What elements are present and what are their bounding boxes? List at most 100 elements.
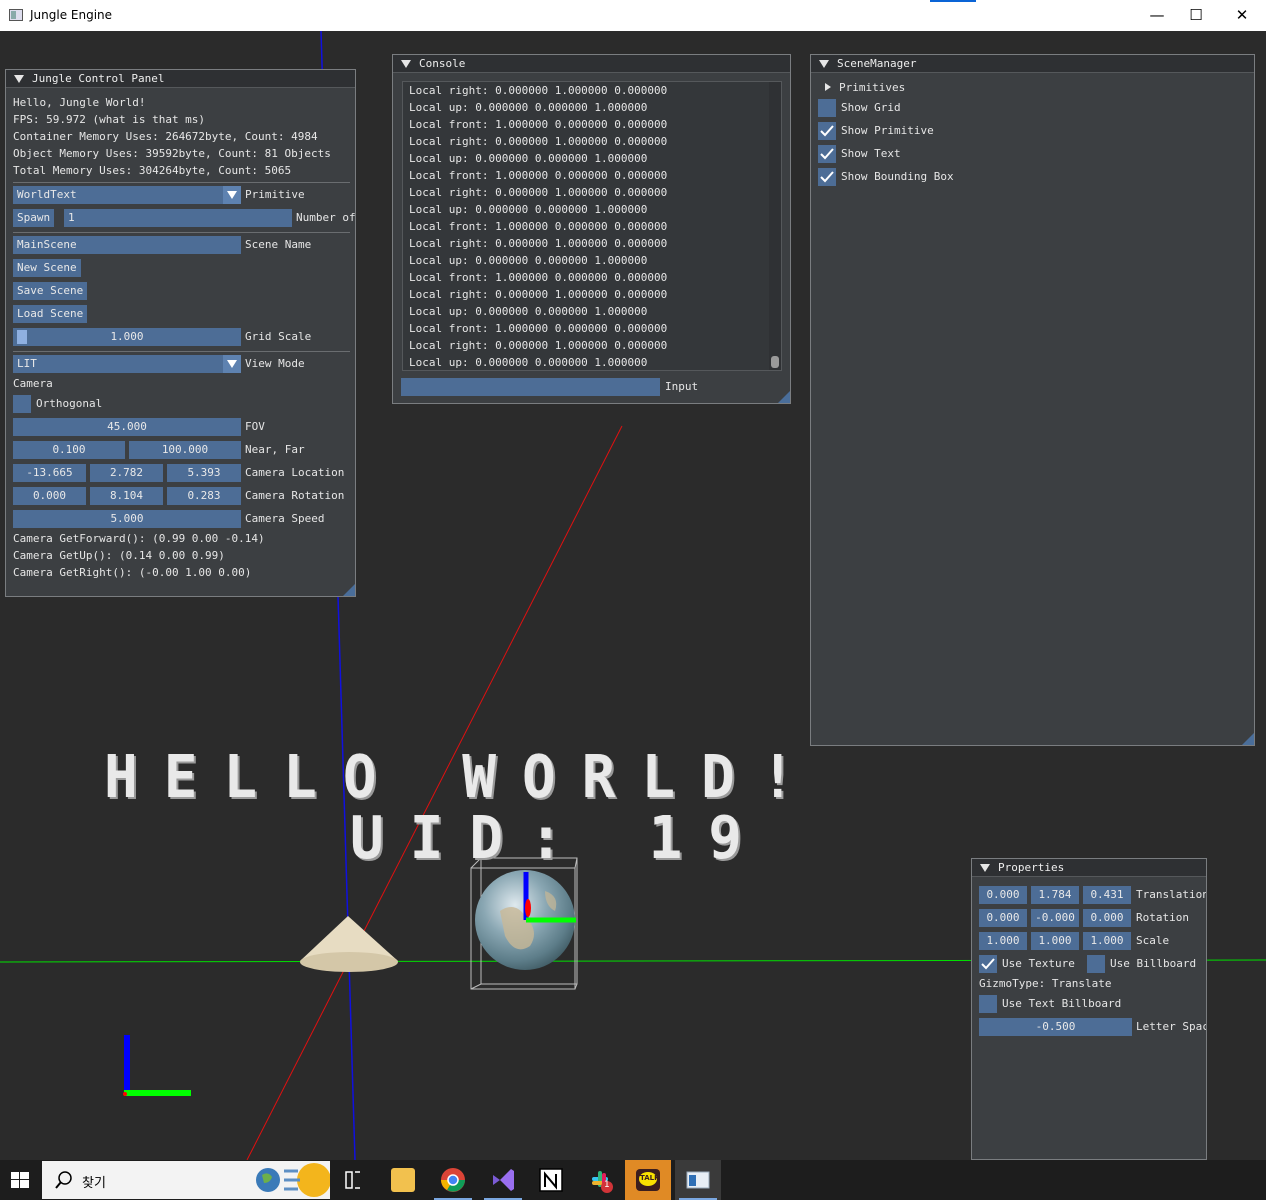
kakaotalk-button[interactable]: TALK	[625, 1160, 671, 1200]
show-bounding-box-checkbox[interactable]	[818, 168, 836, 186]
spawn-count-input[interactable]: 1	[64, 209, 292, 227]
primitive-combo[interactable]: WorldText	[13, 186, 241, 204]
task-view-button[interactable]	[330, 1160, 376, 1200]
chevron-down-icon[interactable]	[223, 355, 241, 373]
use-text-billboard-checkbox[interactable]	[979, 995, 997, 1013]
properties-panel[interactable]: Properties 0.000 1.784 0.431 Translation…	[971, 858, 1207, 1160]
rotation-y-input[interactable]: -0.000	[1031, 909, 1079, 927]
app-window-icon	[686, 1171, 710, 1189]
rotation-z-input[interactable]: 0.000	[1083, 909, 1131, 927]
console-log[interactable]: Local right: 0.000000 1.000000 0.000000 L…	[402, 81, 782, 371]
app-icon	[9, 9, 23, 21]
container-memory-text: Container Memory Uses: 264672byte, Count…	[13, 130, 318, 143]
spawn-button[interactable]: Spawn	[13, 209, 55, 227]
camera-location-x-input[interactable]: -13.665	[13, 464, 86, 482]
search-icon	[55, 1171, 72, 1189]
letter-spacing-input[interactable]: -0.500	[979, 1018, 1132, 1036]
fov-input[interactable]: 45.000	[13, 418, 241, 436]
console-header[interactable]: Console	[393, 55, 790, 73]
gizmo-x-axis[interactable]	[525, 899, 531, 917]
load-scene-button[interactable]: Load Scene	[13, 305, 88, 323]
resize-grip[interactable]	[1242, 733, 1254, 745]
translation-z-input[interactable]: 0.431	[1083, 886, 1131, 904]
camera-up-text: Camera GetUp(): (0.14 0.00 0.99)	[13, 549, 225, 562]
notion-button[interactable]	[528, 1160, 574, 1200]
window-titlebar: Jungle Engine — ☐ ✕	[0, 0, 1266, 31]
resize-grip[interactable]	[778, 391, 790, 403]
camera-rotation-x-input[interactable]: 0.000	[13, 487, 86, 505]
camera-location-z-input[interactable]: 5.393	[167, 464, 241, 482]
view-mode-combo[interactable]: LIT	[13, 355, 241, 373]
scene-manager-header[interactable]: SceneManager	[811, 55, 1254, 73]
collapse-arrow-icon[interactable]	[14, 75, 24, 83]
scrollbar-thumb[interactable]	[771, 356, 779, 368]
camera-speed-label: Camera Speed	[245, 512, 325, 525]
use-billboard-checkbox[interactable]	[1087, 955, 1105, 973]
checkmark-icon	[820, 171, 834, 183]
grid-scale-slider[interactable]: 1.000	[13, 328, 241, 346]
camera-rotation-z-input[interactable]: 0.283	[167, 487, 241, 505]
collapse-arrow-icon[interactable]	[819, 60, 829, 68]
grid-scale-label: Grid Scale	[245, 330, 312, 343]
camera-speed-input[interactable]: 5.000	[13, 510, 241, 528]
console-lines: Local right: 0.000000 1.000000 0.000000 L…	[403, 82, 781, 370]
start-button[interactable]	[0, 1160, 40, 1200]
primitives-tree-node[interactable]: Primitives	[825, 80, 905, 96]
new-scene-button[interactable]: New Scene	[13, 259, 81, 277]
jungle-control-panel[interactable]: Jungle Control Panel Hello, Jungle World…	[5, 69, 356, 597]
translation-y-input[interactable]: 1.784	[1031, 886, 1079, 904]
scene-manager-panel[interactable]: SceneManager Primitives Show Grid Show P…	[810, 54, 1255, 746]
windows-logo-icon	[11, 1172, 29, 1188]
console-line: Local up: 0.000000 0.000000 1.000000	[409, 203, 648, 216]
greeting-text: Hello, Jungle World!	[13, 96, 146, 109]
maximize-button[interactable]: ☐	[1173, 0, 1219, 31]
scale-y-input[interactable]: 1.000	[1031, 932, 1079, 950]
checkmark-icon	[981, 958, 995, 970]
properties-header[interactable]: Properties	[972, 859, 1206, 877]
world-text-uid: UID: 19	[350, 804, 769, 873]
scale-x-input[interactable]: 1.000	[979, 932, 1027, 950]
scene-manager-title: SceneManager	[837, 57, 917, 70]
camera-rotation-y-input[interactable]: 8.104	[90, 487, 163, 505]
slack-button[interactable]: 1	[578, 1160, 624, 1200]
visual-studio-button[interactable]	[480, 1160, 526, 1200]
close-button[interactable]: ✕	[1219, 0, 1265, 31]
taskbar-search-box[interactable]: 찾기	[42, 1161, 330, 1199]
jungle-engine-taskbar-button[interactable]	[675, 1160, 721, 1200]
console-line: Local up: 0.000000 0.000000 1.000000	[409, 254, 648, 267]
console-line: Local up: 0.000000 0.000000 1.000000	[409, 101, 648, 114]
console-line: Local front: 1.000000 0.000000 0.000000	[409, 220, 668, 233]
orthogonal-checkbox[interactable]	[13, 395, 31, 413]
chevron-down-icon[interactable]	[223, 186, 241, 204]
file-explorer-button[interactable]	[380, 1160, 426, 1200]
far-input[interactable]: 100.000	[129, 441, 241, 459]
show-text-checkbox[interactable]	[818, 145, 836, 163]
translation-x-input[interactable]: 0.000	[979, 886, 1027, 904]
save-scene-button[interactable]: Save Scene	[13, 282, 88, 300]
collapse-arrow-icon[interactable]	[980, 864, 990, 872]
rotation-x-input[interactable]: 0.000	[979, 909, 1027, 927]
scale-z-input[interactable]: 1.000	[1083, 932, 1131, 950]
windows-taskbar: 찾기 1 TALK	[0, 1160, 1266, 1200]
console-input[interactable]	[401, 378, 660, 396]
camera-location-label: Camera Location	[245, 466, 345, 479]
use-texture-checkbox[interactable]	[979, 955, 997, 973]
console-scrollbar[interactable]	[769, 82, 781, 370]
console-line: Local up: 0.000000 0.000000 1.000000	[409, 356, 648, 369]
control-panel-header[interactable]: Jungle Control Panel	[6, 70, 355, 88]
camera-location-y-input[interactable]: 2.782	[90, 464, 163, 482]
slider-grab-handle[interactable]	[17, 330, 27, 344]
use-texture-label: Use Texture	[1002, 957, 1075, 970]
collapse-arrow-icon[interactable]	[401, 60, 411, 68]
console-line: Local front: 1.000000 0.000000 0.000000	[409, 118, 668, 131]
near-far-label: Near, Far	[245, 443, 305, 456]
chrome-button[interactable]	[430, 1160, 476, 1200]
resize-grip[interactable]	[343, 584, 355, 596]
console-panel[interactable]: Console Local right: 0.000000 1.000000 0…	[392, 54, 791, 404]
show-grid-checkbox[interactable]	[818, 99, 836, 117]
console-line: Local right: 0.000000 1.000000 0.000000	[409, 237, 668, 250]
tree-expand-icon[interactable]	[825, 83, 831, 91]
scene-name-input[interactable]: MainScene	[13, 236, 241, 254]
near-input[interactable]: 0.100	[13, 441, 125, 459]
show-primitive-checkbox[interactable]	[818, 122, 836, 140]
